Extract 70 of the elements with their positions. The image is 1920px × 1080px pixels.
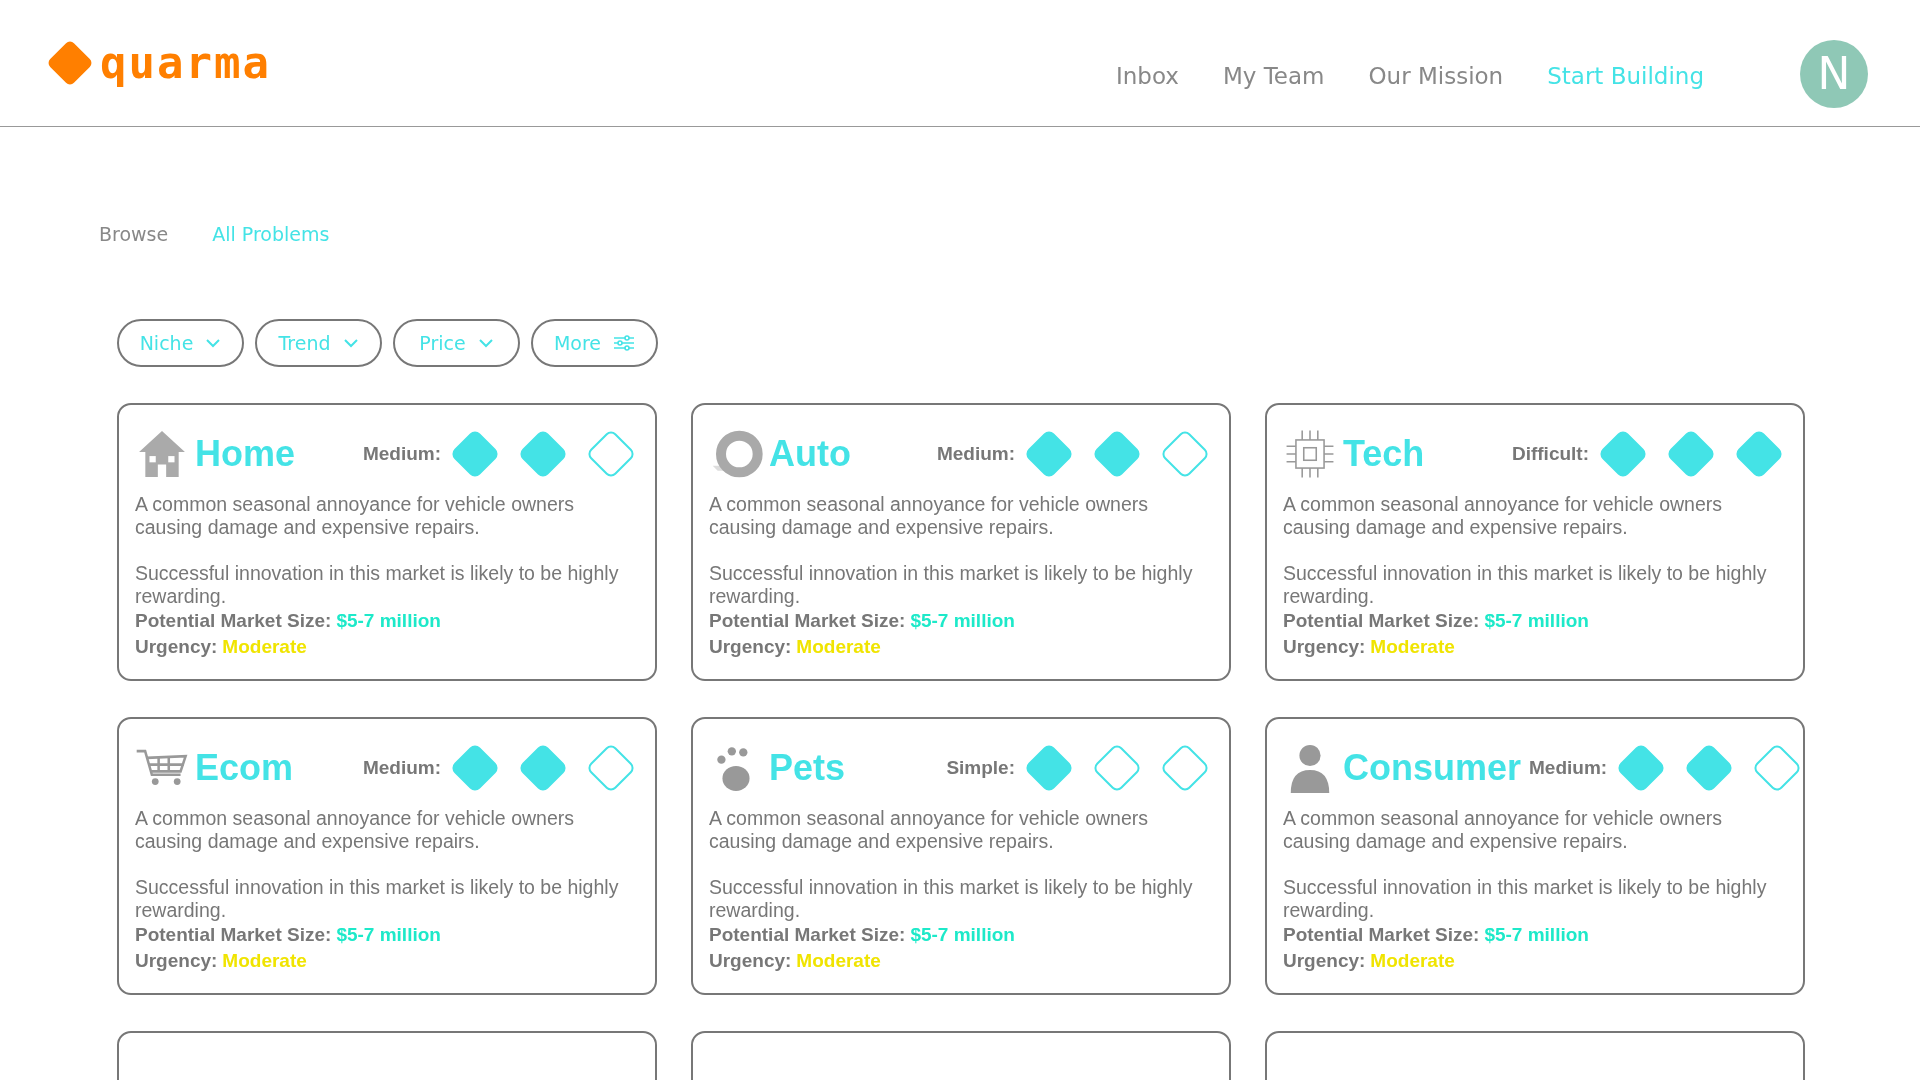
market-size-label: Potential Market Size: (1283, 610, 1480, 631)
difficulty-label: Medium: (936, 443, 1015, 465)
card-description: A common seasonal annoyance for vehicle owners causing damage and expensive repairs. (1283, 807, 1723, 853)
card-description: A common seasonal annoyance for vehicle owners causing damage and expensive repairs. (135, 493, 575, 539)
market-size-label: Potential Market Size: (1283, 924, 1480, 945)
card-title: Pets (769, 747, 847, 789)
card-description: A common seasonal annoyance for vehicle owners causing damage and expensive repairs. (135, 807, 575, 853)
chevron-down-icon (477, 338, 494, 348)
card-title: Ecom (195, 747, 295, 789)
filter-settings-icon (613, 335, 636, 351)
market-size-label: Potential Market Size: (709, 610, 906, 631)
urgency-label: Urgency: (135, 950, 218, 971)
difficulty-label: Medium: (362, 757, 441, 779)
market-size-value: $5-7 million (1484, 924, 1589, 945)
market-size-label: Potential Market Size: (135, 924, 332, 945)
market-size-value: $5-7 million (910, 924, 1015, 945)
difficulty-label: Medium: (1529, 757, 1608, 779)
avatar[interactable]: N (1800, 40, 1868, 108)
card-note: Successful innovation in this market is likely to be highly rewarding. (709, 562, 1194, 608)
card-note: Successful innovation in this market is likely to be highly rewarding. (709, 876, 1194, 922)
filter-button[interactable]: Trend (255, 319, 382, 367)
problem-card[interactable] (1265, 403, 1805, 681)
filter-button[interactable]: More (531, 319, 658, 367)
card-note: Successful innovation in this market is likely to be highly rewarding. (135, 562, 620, 608)
urgency-value: Moderate (796, 636, 881, 657)
nav-link[interactable]: Start Building (1547, 63, 1704, 89)
market-size-label: Potential Market Size: (709, 924, 906, 945)
problem-card[interactable] (1265, 717, 1805, 995)
market-size-label: Potential Market Size: (135, 610, 332, 631)
problem-card[interactable] (691, 717, 1231, 995)
market-size-value: $5-7 million (336, 924, 441, 945)
difficulty-label: Simple: (946, 757, 1015, 779)
card-title: Home (195, 433, 297, 475)
urgency-value: Moderate (796, 950, 881, 971)
difficulty-label: Difficult: (1511, 443, 1589, 465)
nav-link[interactable]: My Team (1222, 63, 1325, 89)
problem-card[interactable] (117, 403, 657, 681)
market-size-value: $5-7 million (1484, 610, 1589, 631)
card-description: A common seasonal annoyance for vehicle owners causing damage and expensive repairs. (709, 493, 1149, 539)
urgency-label: Urgency: (709, 636, 792, 657)
chevron-down-icon (205, 338, 222, 348)
urgency-value: Moderate (222, 636, 307, 657)
nav-link[interactable]: Inbox (1116, 63, 1179, 89)
nav-link[interactable]: Our Mission (1368, 63, 1504, 89)
problem-card[interactable] (117, 717, 657, 995)
chevron-down-icon (342, 338, 359, 348)
urgency-value: Moderate (222, 950, 307, 971)
card-title: Tech (1343, 433, 1426, 475)
card-description: A common seasonal annoyance for vehicle owners causing damage and expensive repairs. (1283, 493, 1723, 539)
market-size-value: $5-7 million (336, 610, 441, 631)
urgency-value: Moderate (1370, 950, 1455, 971)
breadcrumb-link[interactable]: All Problems (212, 223, 330, 245)
filter-button[interactable]: Niche (117, 319, 244, 367)
filter-button[interactable]: Price (393, 319, 520, 367)
card-title: Auto (769, 433, 852, 475)
urgency-label: Urgency: (1283, 636, 1366, 657)
market-size-value: $5-7 million (910, 610, 1015, 631)
card-title: Consumer (1343, 747, 1522, 789)
problem-card[interactable] (691, 403, 1231, 681)
logo-wordmark: quarma (100, 41, 271, 85)
urgency-label: Urgency: (135, 636, 218, 657)
card-note: Successful innovation in this market is likely to be highly rewarding. (135, 876, 620, 922)
card-note: Successful innovation in this market is likely to be highly rewarding. (1283, 562, 1768, 608)
urgency-label: Urgency: (709, 950, 792, 971)
breadcrumb-link[interactable]: Browse (99, 223, 169, 245)
card-note: Successful innovation in this market is likely to be highly rewarding. (1283, 876, 1768, 922)
difficulty-label: Medium: (362, 443, 441, 465)
urgency-value: Moderate (1370, 636, 1455, 657)
urgency-label: Urgency: (1283, 950, 1366, 971)
card-description: A common seasonal annoyance for vehicle owners causing damage and expensive repairs. (709, 807, 1149, 853)
